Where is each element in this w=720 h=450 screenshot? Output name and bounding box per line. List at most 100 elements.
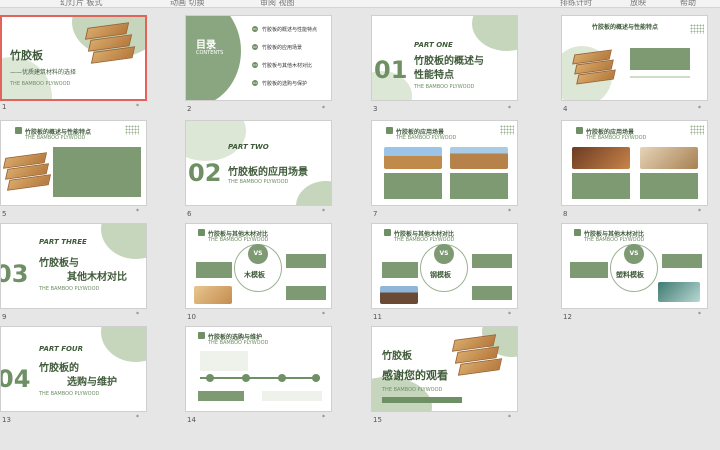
slide-number: 12 [563,313,572,321]
toolbar-item[interactable]: 排练计时 [560,0,592,7]
timeline-node [242,374,250,382]
animation-star-icon: * [508,414,511,421]
title-icon [198,229,205,236]
info-bar [382,397,462,403]
section-number: 04 [0,365,31,393]
toolbar-item[interactable]: 动画 切换 [170,0,205,7]
part-label: PART FOUR [39,345,83,353]
animation-star-icon: * [508,208,511,215]
toolbar-item[interactable]: 审阅 视图 [260,0,295,7]
slide-thumbnail-3[interactable]: PART ONE 01 竹胶板的概述与 性能特点 THE BAMBOO PLYW… [371,15,518,101]
slide-tagline: THE BAMBOO PLYWOOD [228,179,289,185]
animation-star-icon: * [136,208,139,215]
text-box [382,262,418,278]
decor-dots [690,24,704,34]
toolbar-item[interactable]: 幻灯片 板式 [60,0,103,7]
part-label: PART ONE [414,41,453,49]
text-box [286,254,326,268]
slide-title-line2: 选购与维护 [67,377,117,388]
slide-thumbnail-12[interactable]: 竹胶板与其他木材对比 THE BAMBOO PLYWOOD VS 塑料模板 [561,223,708,309]
slide-thumbnail-9[interactable]: PART THREE 03 竹胶板与 其他木材对比 THE BAMBOO PLY… [0,223,147,309]
slide-tagline: THE BAMBOO PLYWOOD [39,391,100,397]
toc-number: 01 [252,26,258,32]
slide-thumbnail-4[interactable]: 竹胶板的概述与性能特点 [561,15,708,101]
toc-item: 竹胶板的选购与保护 [262,81,308,87]
slide-thumbnail-13[interactable]: PART FOUR 04 竹胶板的 选购与维护 THE BAMBOO PLYWO… [0,326,147,412]
text-box [630,48,690,70]
slide-thumbnail-6[interactable]: PART TWO 02 竹胶板的应用场景 THE BAMBOO PLYWOOD [185,120,332,206]
slide-thumbnail-11[interactable]: 竹胶板与其他木材对比 THE BAMBOO PLYWOOD VS 钢模板 [371,223,518,309]
text-box [570,262,608,278]
animation-star-icon: * [136,103,139,110]
slide-sorter-grid: 竹胶板 ——优质建筑材料的选择 THE BAMBOO PLYWOOD 1 * 目… [0,8,720,450]
toolbar-item[interactable]: 放映 [630,0,646,7]
slide-tagline: THE BAMBOO PLYWOOD [25,135,86,141]
slide-tagline: THE BAMBOO PLYWOOD [10,81,71,87]
wood-board-photo [194,286,232,304]
title-icon [15,127,22,134]
slide-thumbnail-2[interactable]: 目录 CONTENTS 01 竹胶板的概述与性能特点 02 竹胶板的应用场景 0… [185,15,332,101]
furniture-photo [640,147,698,169]
animation-star-icon: * [322,311,325,318]
text-box [640,173,698,199]
part-label: PART THREE [39,238,87,246]
title-icon [384,229,391,236]
title-icon [574,229,581,236]
part-label: PART TWO [228,143,269,151]
slide-thumbnail-5[interactable]: 竹胶板的概述与性能特点 THE BAMBOO PLYWOOD [0,120,147,206]
decor-blob [472,16,517,51]
ribbon-toolbar: 幻灯片 板式 动画 切换 审阅 视图 排练计时 放映 帮助 [0,0,720,8]
slide-title: 竹胶板的概述与性能特点 [592,24,659,31]
slide-thumbnail-1[interactable]: 竹胶板 ——优质建筑材料的选择 THE BAMBOO PLYWOOD [0,15,147,101]
toc-item: 竹胶板的概述与性能特点 [262,27,318,33]
decor-blob [186,16,241,100]
slide-thumbnail-10[interactable]: 竹胶板与其他木材对比 THE BAMBOO PLYWOOD VS 木模板 [185,223,332,309]
timeline-line [200,377,320,379]
slide-number: 7 [373,210,378,218]
toc-number: 03 [252,62,258,68]
steel-formwork-photo [380,286,418,304]
timeline-node [206,374,214,382]
decor-blob [186,121,246,161]
slide-tagline: THE BAMBOO PLYWOOD [39,286,100,292]
animation-star-icon: * [508,105,511,112]
slide-title: 竹胶板与 [39,258,79,269]
slide-title: 竹胶板 [10,49,43,62]
construction-photo [384,147,442,169]
section-number: 03 [1,260,29,288]
decor-blob [101,224,146,259]
divider [630,76,690,78]
slide-number: 3 [373,105,378,113]
text-box [262,391,322,401]
slide-title-line2: 性能特点 [414,70,454,81]
decor-dots [500,125,514,135]
slide-tagline: THE BAMBOO PLYWOOD [584,237,645,243]
slide-subtitle: ——优质建筑材料的选择 [10,69,77,76]
toolbar-item[interactable]: 帮助 [680,0,696,7]
animation-star-icon: * [698,311,701,318]
toc-item: 竹胶板与其他木材对比 [262,63,313,69]
vs-badge: VS [248,244,268,264]
slide-tagline: THE BAMBOO PLYWOOD [396,135,457,141]
text-box [450,173,508,199]
slide-title-line2: 其他木材对比 [67,272,127,283]
timeline-node [312,374,320,382]
slide-number: 10 [187,313,196,321]
animation-star-icon: * [698,208,701,215]
text-box [384,173,442,199]
slide-thumbnail-14[interactable]: 竹胶板的选购与维护 THE BAMBOO PLYWOOD [185,326,332,412]
slide-thumbnail-8[interactable]: 竹胶板的应用场景 THE BAMBOO PLYWOOD [561,120,708,206]
text-box [472,286,512,300]
slide-title: 竹胶板的应用场景 [228,167,308,178]
slide-number: 2 [187,105,192,113]
compare-label: 木模板 [244,270,265,279]
vs-badge: VS [434,244,454,264]
slide-thumbnail-15[interactable]: 竹胶板 感谢您的观看 THE BAMBOO PLYWOOD [371,326,518,412]
construction-photo [450,147,508,169]
title-icon [576,127,583,134]
slide-tagline: THE BAMBOO PLYWOOD [414,84,475,90]
slide-number: 11 [373,313,382,321]
compare-label: 塑料模板 [616,270,644,279]
slide-thumbnail-7[interactable]: 竹胶板的应用场景 THE BAMBOO PLYWOOD [371,120,518,206]
decor-dots [125,125,139,135]
